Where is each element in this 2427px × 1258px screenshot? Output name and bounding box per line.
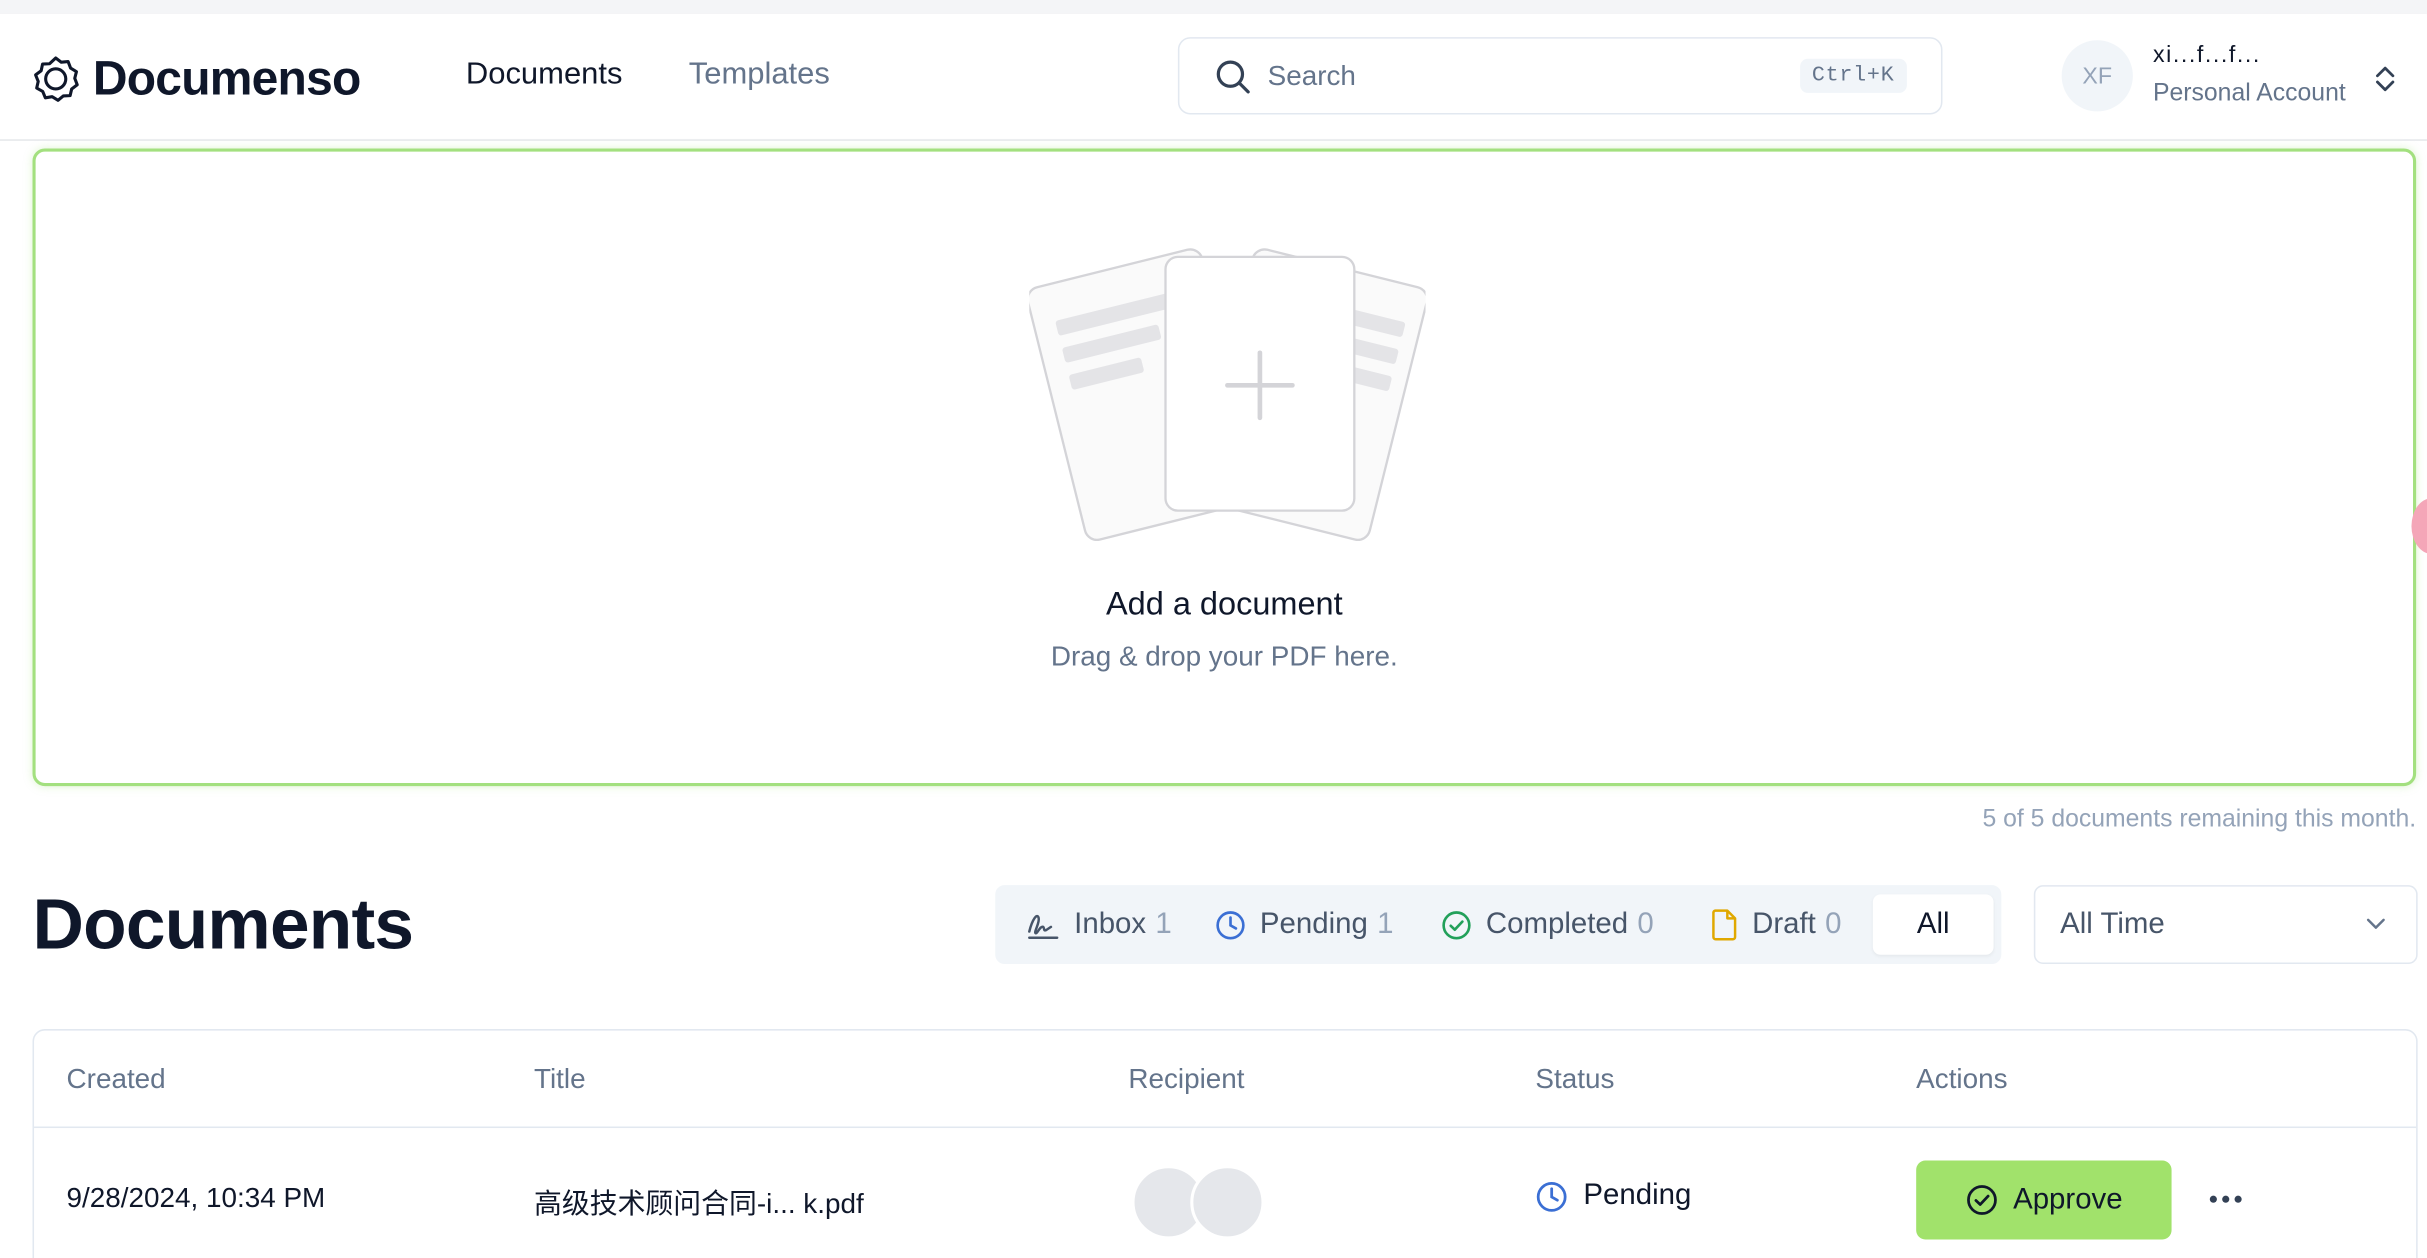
column-header-actions: Actions [1916,1063,2008,1095]
nav-documents[interactable]: Documents [466,57,623,93]
status-label: Pending [1583,1179,1692,1212]
signature-icon [1028,914,1059,939]
chevron-up-down-icon[interactable] [2373,63,2398,94]
tab-all-label: All [1916,907,1950,941]
add-document-illustration-icon [1029,248,1426,542]
documenso-logo-icon [34,56,79,102]
search-icon [1216,60,1250,94]
page-title: Documents [32,883,415,965]
approve-button[interactable]: Approve [1916,1160,2172,1240]
tab-draft-count: 0 [1825,907,1842,941]
account-name: xi...f...f... [2152,41,2261,69]
tab-draft-label: Draft [1752,907,1816,941]
status-tabs: Inbox 1 Pending 1 Completed 0 Draft 0 Al… [995,885,2002,965]
quota-text: 5 of 5 documents remaining this month. [1982,806,2417,833]
clock-icon [1536,1181,1567,1212]
brand-logo[interactable]: Documenso [31,51,361,107]
status-badge: Pending [1535,1179,1691,1213]
tab-pending-label: Pending [1259,907,1368,941]
tab-draft[interactable]: Draft 0 [1710,894,1842,954]
column-header-status: Status [1535,1063,1615,1095]
check-circle-icon [1442,910,1471,939]
tab-pending[interactable]: Pending 1 [1215,894,1394,954]
account-type: Personal Account [2152,80,2346,107]
cell-title[interactable]: 高级技术顾问合同-i... k.pdf [534,1182,864,1222]
tab-inbox-label: Inbox [1074,907,1147,941]
column-header-created[interactable]: Created [67,1063,166,1095]
tab-completed[interactable]: Completed 0 [1441,894,1654,954]
approve-button-label: Approve [2013,1182,2123,1216]
tab-completed-count: 0 [1637,907,1654,941]
period-select-value: All Time [2060,908,2165,941]
recipient-avatar[interactable] [1190,1165,1265,1240]
table-header-divider [34,1126,2417,1129]
tab-completed-label: Completed [1485,907,1629,941]
search-input[interactable]: Search Ctrl+K [1177,37,1943,115]
period-select[interactable]: All Time [2033,885,2418,965]
cell-created: 9/28/2024, 10:34 PM [66,1182,326,1214]
dropzone-subtitle: Drag & drop your PDF here. [1050,640,1398,672]
app-root: Documenso Documents Templates Search Ctr… [0,0,2427,1258]
top-header: Documenso Documents Templates Search Ctr… [0,13,2427,141]
search-placeholder: Search [1267,60,1356,92]
dropzone-title: Add a document [1105,586,1343,623]
avatar[interactable]: XF [2061,40,2133,112]
file-icon [1712,909,1737,941]
column-header-recipient: Recipient [1128,1063,1245,1095]
more-options-icon[interactable] [2206,1182,2246,1216]
tab-pending-count: 1 [1377,907,1394,941]
search-shortcut-badge: Ctrl+K [1799,58,1907,93]
clock-icon [1216,910,1245,939]
tab-inbox-count: 1 [1155,907,1172,941]
check-circle-icon [1966,1185,1997,1215]
document-dropzone[interactable]: Add a document Drag & drop your PDF here… [32,148,2417,787]
chevron-down-icon [2366,918,2385,929]
documents-table: Created Title Recipient Status Actions 9… [32,1029,2418,1258]
brand-name: Documenso [92,51,361,106]
tab-all[interactable]: All [1872,894,1994,955]
tab-inbox[interactable]: Inbox 1 [1026,894,1172,954]
nav-templates[interactable]: Templates [689,57,830,93]
column-header-title[interactable]: Title [534,1063,586,1095]
